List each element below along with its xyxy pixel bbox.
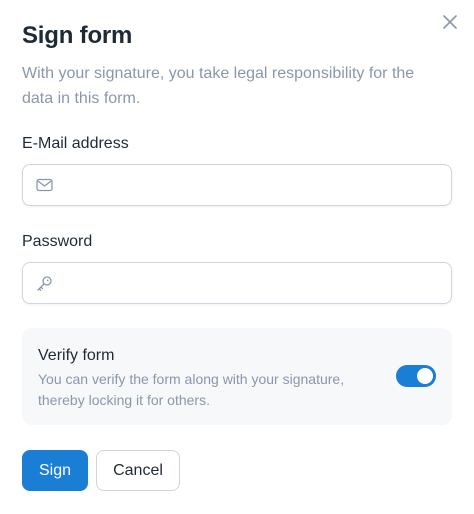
email-field[interactable] [53,165,451,205]
verify-form-title: Verify form [38,347,115,364]
close-button[interactable] [440,14,460,34]
toggle-knob [417,368,433,384]
verify-form-toggle[interactable] [396,365,436,387]
verify-form-description: You can verify the form along with your … [38,371,345,408]
password-label: Password [22,233,93,250]
password-field[interactable] [53,263,451,303]
email-field-wrapper [22,164,452,206]
dialog-title: Sign form [22,22,133,49]
email-label: E-Mail address [22,135,129,152]
mail-icon [35,176,53,194]
sign-form-dialog: Sign form With your signature, you take … [0,0,474,514]
password-field-wrapper [22,262,452,304]
cancel-button[interactable]: Cancel [96,450,180,491]
key-icon [35,274,53,292]
close-icon [443,14,457,34]
verify-form-card: Verify form You can verify the form alon… [22,328,452,425]
sign-button[interactable]: Sign [22,450,88,491]
dialog-subtitle: With your signature, you take legal resp… [22,65,415,107]
